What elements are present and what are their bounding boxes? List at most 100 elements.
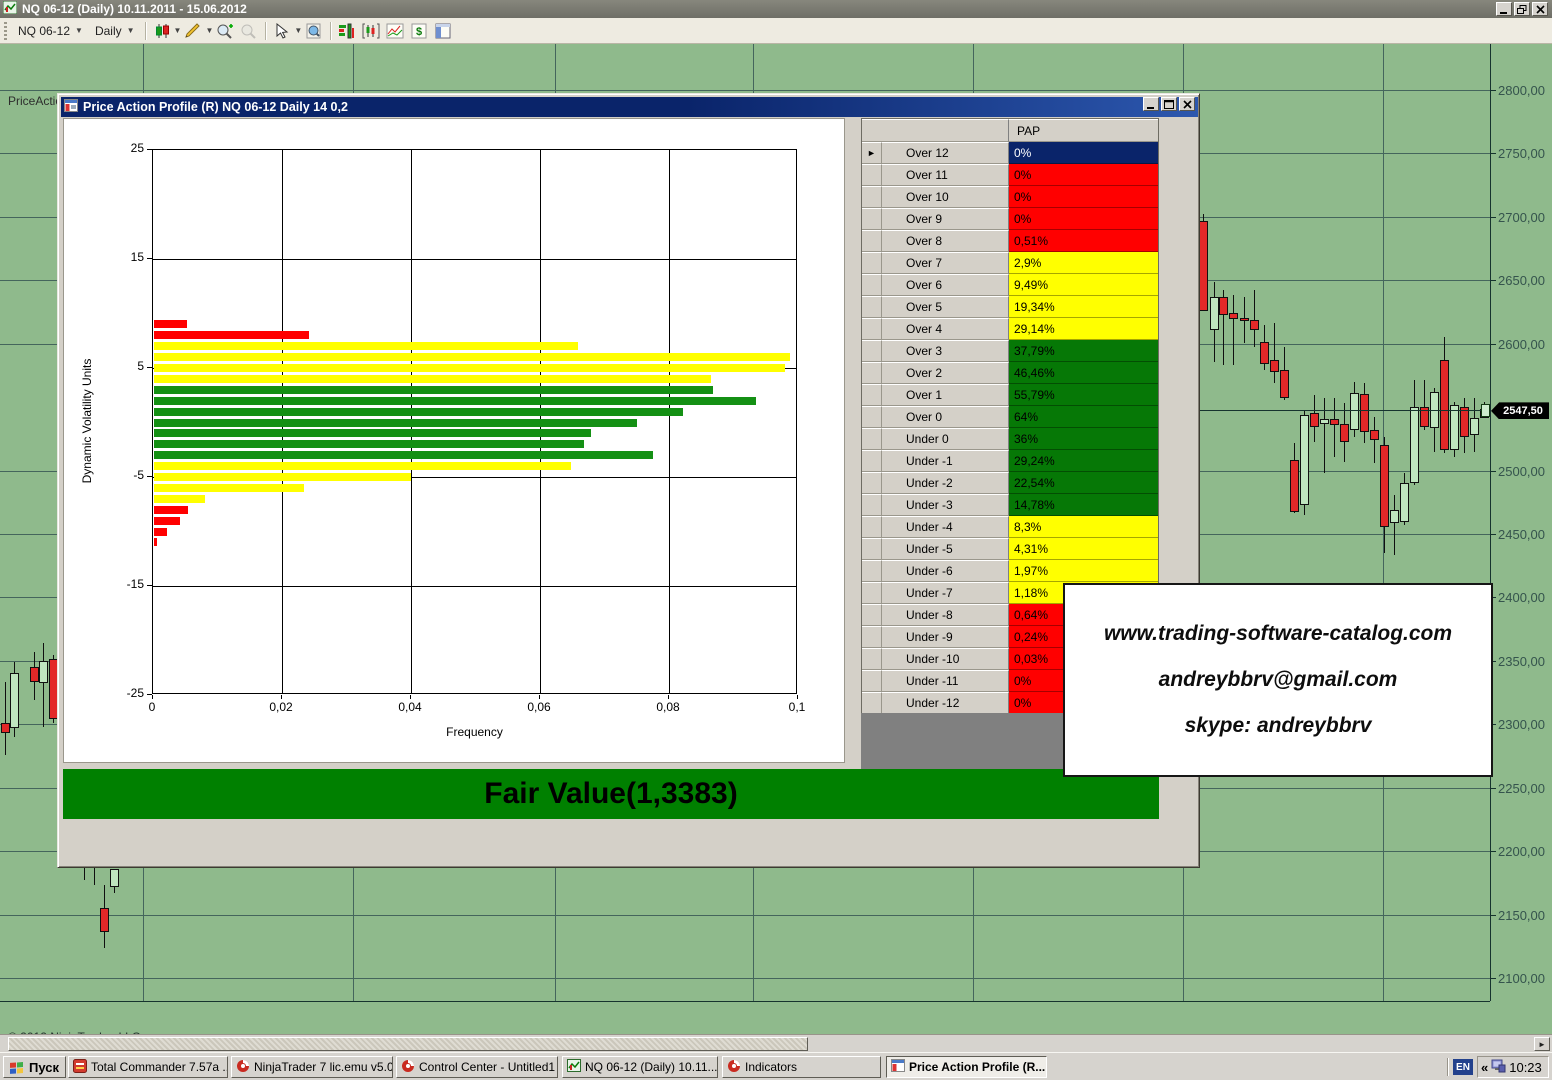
table-row[interactable]: Over 337,79%: [862, 340, 1158, 362]
row-label-cell: Under -11: [882, 670, 1009, 692]
row-selector-cell: [862, 186, 882, 208]
line-chart-icon[interactable]: [384, 20, 406, 42]
taskbar-item[interactable]: Control Center - Untitled1: [396, 1056, 558, 1078]
dollar-icon[interactable]: $: [408, 20, 430, 42]
table-row[interactable]: ►Over 120%: [862, 142, 1158, 164]
taskbar-item[interactable]: Price Action Profile (R...: [886, 1056, 1047, 1078]
table-row[interactable]: Over 100%: [862, 186, 1158, 208]
clock[interactable]: 10:23: [1509, 1060, 1542, 1075]
table-row[interactable]: Under -48,3%: [862, 516, 1158, 538]
cursor-icon[interactable]: [271, 20, 293, 42]
start-button[interactable]: Пуск: [3, 1056, 66, 1078]
candle: [1460, 407, 1469, 437]
row-selector-cell: [862, 362, 882, 384]
table-row[interactable]: Over 064%: [862, 406, 1158, 428]
toolbar-separator: [145, 22, 146, 40]
chart-candles-icon[interactable]: [360, 20, 382, 42]
dialog-close-button[interactable]: [1179, 97, 1195, 111]
language-indicator[interactable]: EN: [1453, 1059, 1473, 1075]
scrollbar-right-arrow[interactable]: ►: [1534, 1037, 1550, 1051]
start-label: Пуск: [29, 1060, 59, 1075]
taskbar-item-label: Control Center - Untitled1: [419, 1060, 555, 1074]
candlestick-style-icon[interactable]: [151, 20, 173, 42]
window-restore-button[interactable]: [1514, 2, 1530, 16]
candle: [39, 661, 48, 683]
network-icon[interactable]: [1491, 1059, 1506, 1076]
horizontal-scrollbar[interactable]: ►: [0, 1034, 1552, 1052]
main-title-bar[interactable]: NQ 06-12 (Daily) 10.11.2011 - 15.06.2012: [0, 0, 1552, 18]
table-row[interactable]: Over 72,9%: [862, 252, 1158, 274]
zoom-in-icon[interactable]: [214, 20, 236, 42]
table-row[interactable]: Under -129,24%: [862, 450, 1158, 472]
table-row[interactable]: Over 90%: [862, 208, 1158, 230]
pap-value-cell: 46,46%: [1009, 362, 1158, 384]
candle: [10, 673, 19, 728]
toolbar-grip[interactable]: [4, 22, 7, 40]
row-label-cell: Over 1: [882, 384, 1009, 406]
histogram-x-tick: [668, 695, 669, 699]
dialog-minimize-button[interactable]: [1143, 97, 1159, 111]
table-row[interactable]: Over 155,79%: [862, 384, 1158, 406]
candle-wick: [1394, 495, 1395, 555]
data-box-icon[interactable]: [303, 20, 325, 42]
table-row[interactable]: Over 429,14%: [862, 318, 1158, 340]
table-row[interactable]: Under 036%: [862, 428, 1158, 450]
histogram-bar: [154, 517, 180, 525]
histogram-bar: [154, 375, 711, 383]
table-row[interactable]: Over 110%: [862, 164, 1158, 186]
main-title: NQ 06-12 (Daily) 10.11.2011 - 15.06.2012: [22, 2, 247, 16]
histogram-x-label: 0,1: [775, 700, 819, 714]
taskbar-item[interactable]: Total Commander 7.57a ...: [68, 1056, 228, 1078]
histogram-bar: [154, 419, 637, 427]
tray-collapse-button[interactable]: «: [1481, 1060, 1488, 1075]
taskbar-item[interactable]: Indicators: [722, 1056, 881, 1078]
market-analyzer-icon[interactable]: [336, 20, 358, 42]
table-row[interactable]: Over 69,49%: [862, 274, 1158, 296]
histogram-y-tick: [147, 367, 152, 368]
histogram-bar: [154, 462, 571, 470]
candle-wick: [1233, 295, 1234, 365]
window-close-button[interactable]: [1532, 2, 1548, 16]
candle-wick: [1374, 417, 1375, 463]
chevron-down-icon[interactable]: ▼: [294, 26, 302, 35]
candle-wick: [84, 868, 85, 880]
panel-icon[interactable]: [432, 20, 454, 42]
dialog-title-bar[interactable]: Price Action Profile (R) NQ 06-12 Daily …: [61, 97, 1198, 117]
row-label-cell: Over 5: [882, 296, 1009, 318]
taskbar-item[interactable]: NQ 06-12 (Daily) 10.11....: [562, 1056, 718, 1078]
instrument-select[interactable]: NQ 06-12 ▼: [12, 22, 89, 40]
table-row[interactable]: Over 519,34%: [862, 296, 1158, 318]
candle: [1380, 445, 1389, 527]
scrollbar-thumb[interactable]: [8, 1037, 808, 1051]
table-row[interactable]: Under -61,97%: [862, 560, 1158, 582]
taskbar-item[interactable]: NinjaTrader 7 lic.emu v5.06: [231, 1056, 393, 1078]
row-selector-cell: [862, 604, 882, 626]
dialog-maximize-button[interactable]: [1161, 97, 1177, 111]
row-selector-cell: [862, 274, 882, 296]
window-minimize-button[interactable]: [1496, 2, 1512, 16]
price-axis-label: 2700,00: [1498, 210, 1545, 225]
zoom-out-icon[interactable]: [238, 20, 260, 42]
row-label-cell: Over 3: [882, 340, 1009, 362]
chevron-down-icon[interactable]: ▼: [205, 26, 213, 35]
row-label-cell: Over 2: [882, 362, 1009, 384]
price-action-profile-dialog[interactable]: Price Action Profile (R) NQ 06-12 Daily …: [57, 93, 1200, 868]
toolbar-separator: [265, 22, 266, 40]
row-label-cell: Over 9: [882, 208, 1009, 230]
period-select[interactable]: Daily ▼: [89, 22, 141, 40]
histogram-ylabel: Dynamic Volatility Units: [80, 321, 94, 521]
table-row[interactable]: Over 80,51%: [862, 230, 1158, 252]
chevron-down-icon[interactable]: ▼: [174, 26, 182, 35]
row-selector-cell: [862, 538, 882, 560]
period-value: Daily: [95, 24, 122, 38]
table-row[interactable]: Over 246,46%: [862, 362, 1158, 384]
drawing-tools-icon[interactable]: [182, 20, 204, 42]
histogram-bar: [154, 397, 756, 405]
table-row[interactable]: Under -222,54%: [862, 472, 1158, 494]
dialog-icon: [64, 99, 78, 115]
table-row[interactable]: Under -54,31%: [862, 538, 1158, 560]
histogram-y-label: 25: [112, 141, 144, 155]
chevron-down-icon: ▼: [127, 26, 135, 35]
taskbar: Пуск Total Commander 7.57a ...NinjaTrade…: [0, 1052, 1552, 1080]
table-row[interactable]: Under -314,78%: [862, 494, 1158, 516]
